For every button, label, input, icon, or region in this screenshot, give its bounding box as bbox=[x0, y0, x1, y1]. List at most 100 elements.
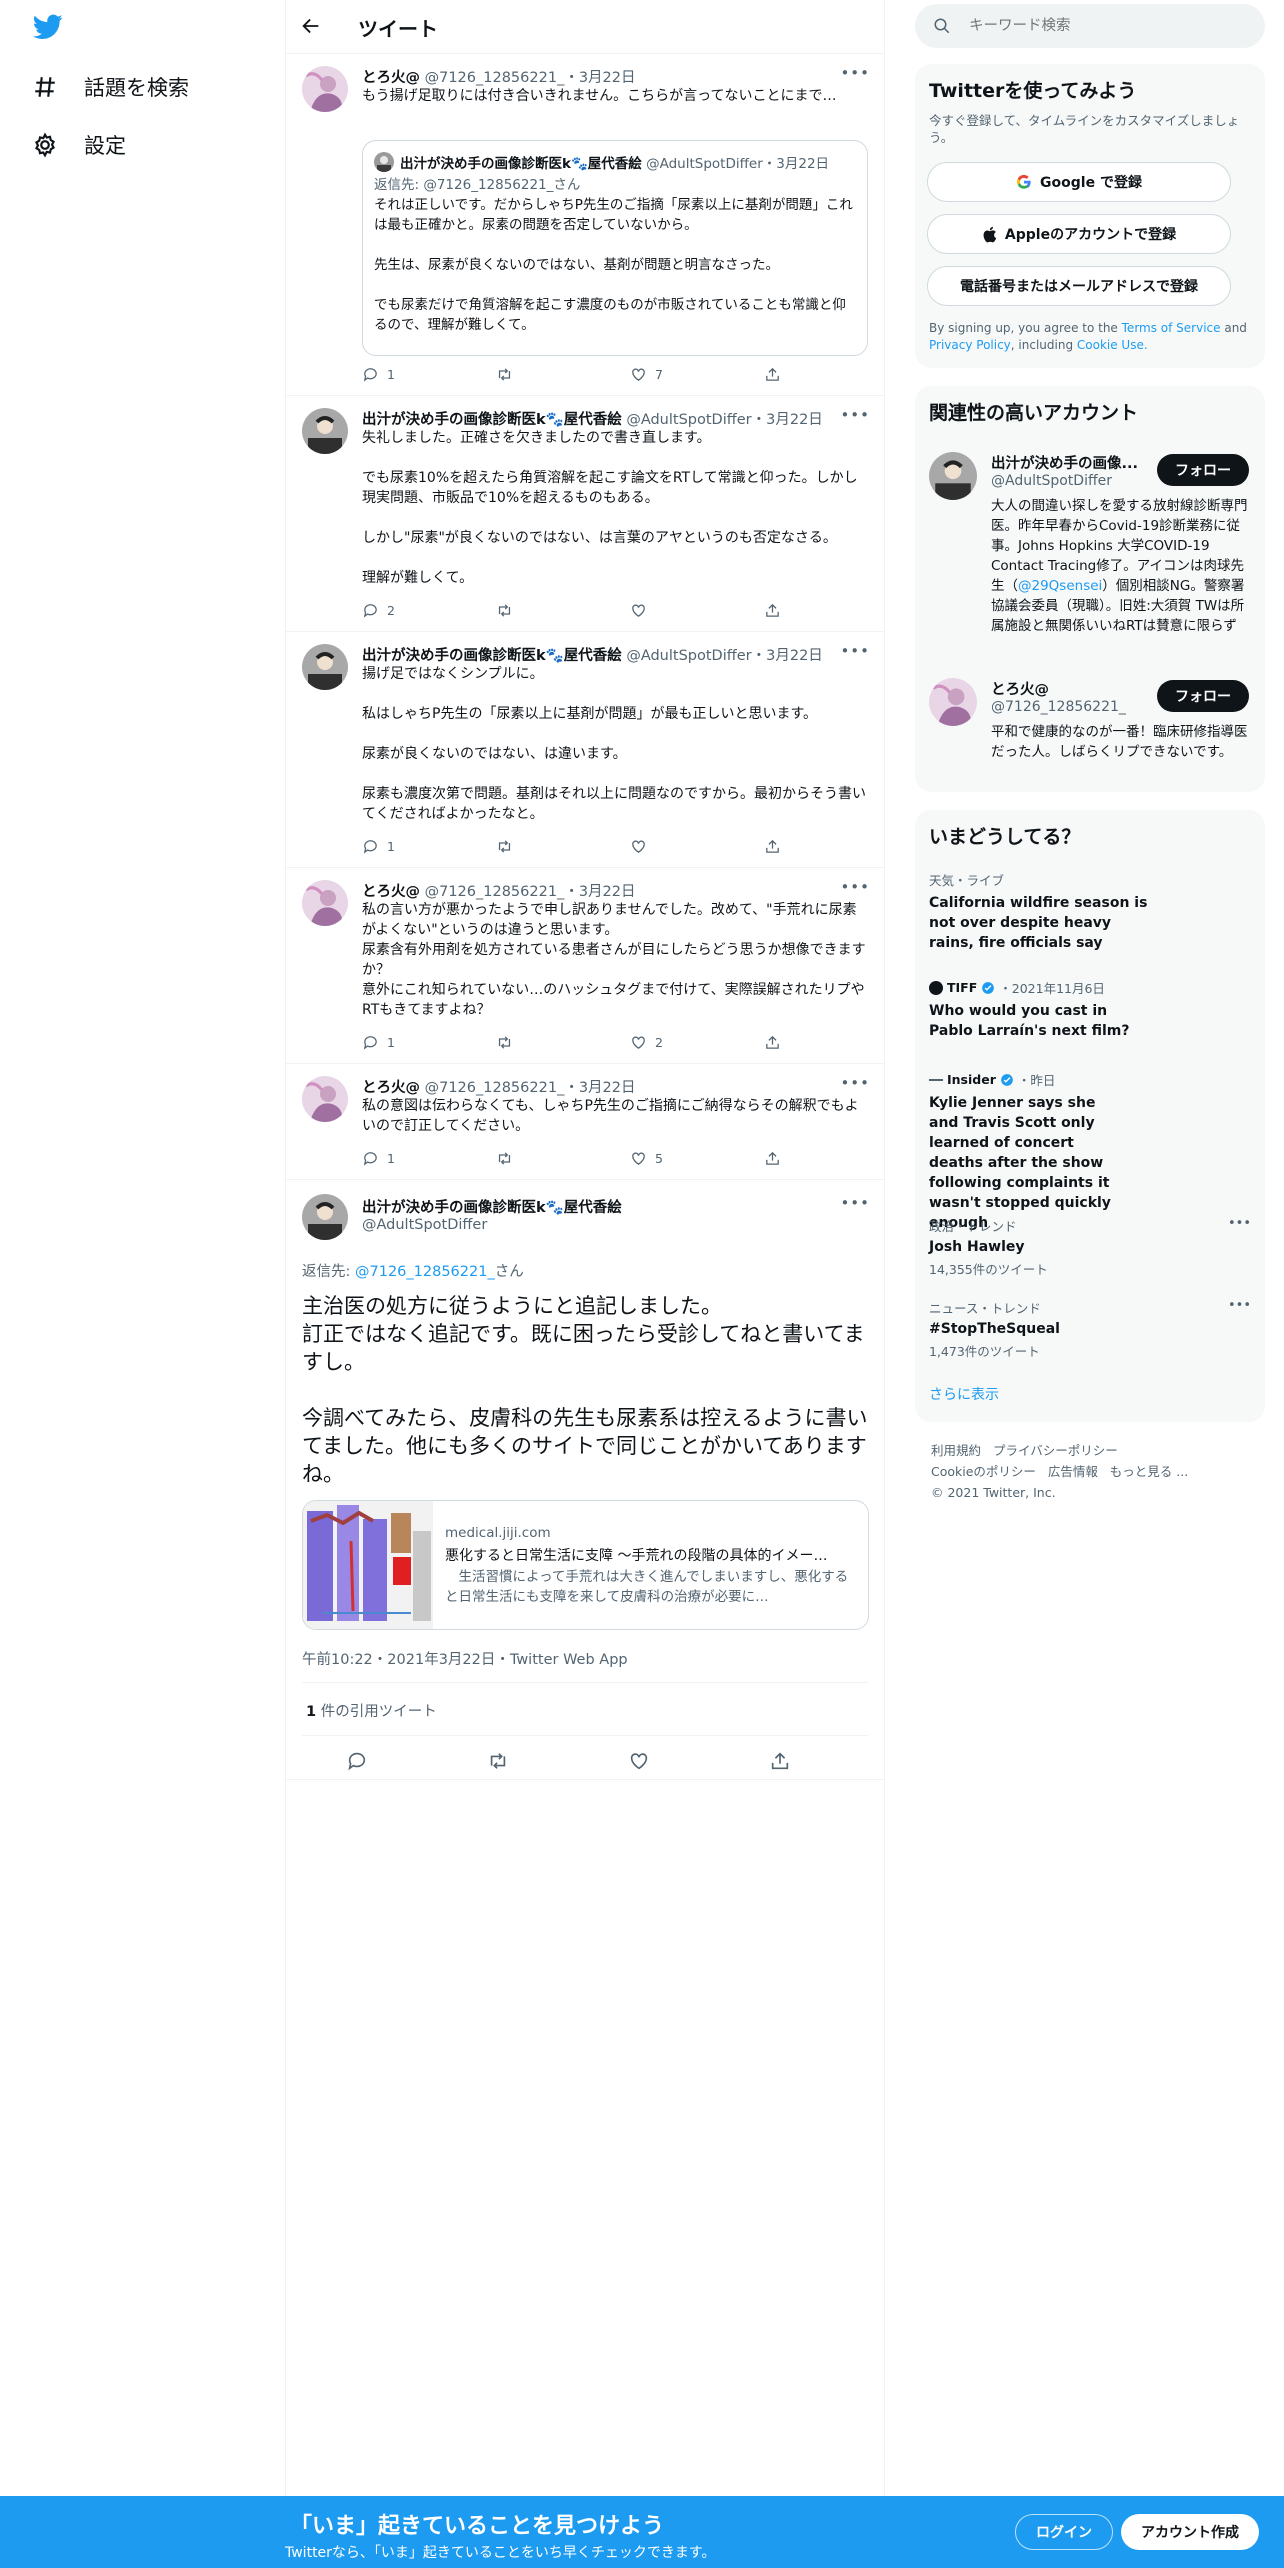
back-arrow-icon[interactable] bbox=[300, 15, 322, 37]
retweet-button[interactable] bbox=[496, 1150, 521, 1167]
share-button[interactable] bbox=[764, 1034, 781, 1051]
author-name[interactable]: とろ火@ bbox=[362, 1080, 420, 1096]
quoted-tweet[interactable]: 出汁が決め手の画像診断医k🐾屋代香絵 @AdultSpotDiffer・3月22… bbox=[362, 140, 868, 356]
avatar[interactable] bbox=[302, 66, 348, 112]
avatar[interactable] bbox=[302, 408, 348, 454]
more-options-icon[interactable]: ••• bbox=[840, 64, 870, 82]
twitter-logo-icon[interactable] bbox=[33, 14, 63, 40]
related-account[interactable]: とろ火@ @7126_12856221_ フォロー 平和で健康的なのが一番！臨床… bbox=[915, 666, 1265, 786]
nav-explore[interactable]: 話題を検索 bbox=[32, 72, 189, 102]
like-button[interactable] bbox=[630, 602, 655, 619]
google-signup-button[interactable]: Google で登録 bbox=[927, 162, 1231, 202]
more-options-icon[interactable]: ••• bbox=[1228, 1216, 1251, 1231]
avatar[interactable] bbox=[302, 1076, 348, 1122]
more-options-icon[interactable]: ••• bbox=[1228, 1298, 1251, 1313]
follow-button[interactable]: フォロー bbox=[1157, 454, 1249, 486]
footer-more-link[interactable]: もっと見る ... bbox=[1110, 1464, 1188, 1479]
search-input[interactable] bbox=[969, 16, 1249, 36]
trend-item[interactable]: ニュース・トレンド #StopTheSqueal 1,473件のツイート ••• bbox=[929, 1298, 1251, 1360]
login-button[interactable]: ログイン bbox=[1015, 2514, 1113, 2550]
avatar[interactable] bbox=[302, 644, 348, 690]
retweet-button[interactable] bbox=[496, 602, 521, 619]
reply-tweet[interactable]: とろ火@ @7126_12856221_・3月22日 ••• もう揚げ足取りには… bbox=[286, 54, 884, 396]
trend-item[interactable]: Insider ・昨日 Kylie Jenner says she and Tr… bbox=[929, 1070, 1251, 1233]
more-options-icon[interactable]: ••• bbox=[840, 1194, 870, 1212]
nav-explore-label: 話題を検索 bbox=[84, 76, 189, 100]
trend-item[interactable]: 政治・トレンド Josh Hawley 14,355件のツイート ••• bbox=[929, 1216, 1251, 1278]
author-handle[interactable]: @AdultSpotDiffer bbox=[362, 1217, 487, 1233]
tweet-date[interactable]: 3月22日 bbox=[766, 648, 823, 664]
share-button[interactable] bbox=[764, 838, 781, 855]
like-button[interactable] bbox=[628, 1750, 650, 1772]
trend-meta: ・昨日 bbox=[1017, 1073, 1056, 1088]
author-name[interactable]: 出汁が決め手の画像診断医k🐾屋代香絵 bbox=[362, 1196, 622, 1217]
trend-item[interactable]: TIFF ・2021年11月6日 Who would you cast in P… bbox=[929, 978, 1251, 1041]
avatar[interactable] bbox=[302, 1194, 348, 1240]
terms-link[interactable]: Terms of Service bbox=[1122, 321, 1221, 335]
retweet-button[interactable] bbox=[496, 366, 521, 383]
tweet-date[interactable]: 3月22日 bbox=[579, 884, 636, 900]
footer-cookie-link[interactable]: Cookieのポリシー bbox=[931, 1464, 1036, 1479]
trend-meta: 天気・ライブ bbox=[929, 873, 1005, 888]
more-options-icon[interactable]: ••• bbox=[840, 642, 870, 660]
reply-button[interactable]: 1 bbox=[362, 838, 395, 855]
reply-tweet[interactable]: 出汁が決め手の画像診断医k🐾屋代香絵 @AdultSpotDiffer・3月22… bbox=[286, 632, 884, 868]
apple-signup-button[interactable]: Appleのアカウントで登録 bbox=[927, 214, 1231, 254]
share-button[interactable] bbox=[764, 602, 781, 619]
more-options-icon[interactable]: ••• bbox=[840, 878, 870, 896]
footer-privacy-link[interactable]: プライバシーポリシー bbox=[993, 1443, 1118, 1458]
tweet-timestamp[interactable]: 午前10:22・2021年3月22日・Twitter Web App bbox=[302, 1648, 628, 1669]
author-handle[interactable]: @AdultSpotDiffer bbox=[626, 648, 751, 664]
more-options-icon[interactable]: ••• bbox=[840, 1074, 870, 1092]
share-button[interactable] bbox=[764, 366, 781, 383]
author-name[interactable]: 出汁が決め手の画像診断医k🐾屋代香絵 bbox=[362, 648, 622, 664]
share-button[interactable] bbox=[764, 1150, 781, 1167]
bio-mention-link[interactable]: @29Qsensei bbox=[1018, 578, 1102, 594]
related-account[interactable]: 出汁が決め手の画像... @AdultSpotDiffer フォロー 大人の間違… bbox=[915, 440, 1265, 650]
like-button[interactable]: 7 bbox=[630, 366, 663, 383]
retweet-button[interactable] bbox=[487, 1750, 509, 1772]
retweet-button[interactable] bbox=[496, 838, 521, 855]
reply-to-link[interactable]: @7126_12856221_ bbox=[355, 1264, 495, 1280]
tweet-date[interactable]: 3月22日 bbox=[579, 1080, 636, 1096]
like-button[interactable]: 5 bbox=[630, 1150, 663, 1167]
tweet-date[interactable]: 3月22日 bbox=[766, 412, 823, 428]
reply-tweet[interactable]: 出汁が決め手の画像診断医k🐾屋代香絵 @AdultSpotDiffer・3月22… bbox=[286, 396, 884, 632]
nav-settings[interactable]: 設定 bbox=[32, 130, 126, 160]
retweet-button[interactable] bbox=[496, 1034, 521, 1051]
tweet-date[interactable]: 3月22日 bbox=[579, 70, 636, 86]
author-name[interactable]: 出汁が決め手の画像診断医k🐾屋代香絵 bbox=[362, 412, 622, 428]
share-button[interactable] bbox=[769, 1750, 791, 1772]
like-button[interactable]: 2 bbox=[630, 1034, 663, 1051]
reply-button[interactable]: 2 bbox=[362, 602, 395, 619]
follow-button[interactable]: フォロー bbox=[1157, 680, 1249, 712]
reply-button[interactable]: 1 bbox=[362, 1034, 395, 1051]
reply-tweet[interactable]: とろ火@ @7126_12856221_・3月22日 ••• 私の言い方が悪かっ… bbox=[286, 868, 884, 1064]
phone-email-signup-button[interactable]: 電話番号またはメールアドレスで登録 bbox=[927, 266, 1231, 306]
avatar[interactable] bbox=[929, 452, 977, 500]
quote-tweets-link[interactable]: 1 件の引用ツイート bbox=[306, 1700, 437, 1721]
footer-ads-link[interactable]: 広告情報 bbox=[1048, 1464, 1098, 1479]
privacy-link[interactable]: Privacy Policy bbox=[929, 338, 1011, 352]
author-name[interactable]: とろ火@ bbox=[362, 70, 420, 86]
signup-button[interactable]: アカウント作成 bbox=[1121, 2514, 1259, 2550]
like-button[interactable] bbox=[630, 838, 655, 855]
reply-button[interactable]: 1 bbox=[362, 1150, 395, 1167]
avatar[interactable] bbox=[929, 678, 977, 726]
link-card[interactable]: medical.jiji.com 悪化すると日常生活に支障 ～手荒れの段階の具体… bbox=[302, 1500, 869, 1630]
reply-tweet[interactable]: とろ火@ @7126_12856221_・3月22日 ••• 私の意図は伝わらな… bbox=[286, 1064, 884, 1180]
reply-button[interactable] bbox=[346, 1750, 368, 1772]
cookie-link[interactable]: Cookie Use. bbox=[1077, 338, 1148, 352]
show-more-link[interactable]: さらに表示 bbox=[929, 1384, 999, 1404]
author-handle[interactable]: @AdultSpotDiffer bbox=[626, 412, 751, 428]
author-handle[interactable]: @7126_12856221_ bbox=[425, 70, 565, 86]
author-name[interactable]: とろ火@ bbox=[362, 884, 420, 900]
reply-button[interactable]: 1 bbox=[362, 366, 395, 383]
author-handle[interactable]: @7126_12856221_ bbox=[425, 884, 565, 900]
trend-item[interactable]: 天気・ライブ California wildfire season is not… bbox=[929, 870, 1251, 953]
avatar[interactable] bbox=[302, 880, 348, 926]
author-handle[interactable]: @7126_12856221_ bbox=[425, 1080, 565, 1096]
search-box[interactable] bbox=[915, 4, 1265, 48]
footer-terms-link[interactable]: 利用規約 bbox=[931, 1443, 981, 1458]
more-options-icon[interactable]: ••• bbox=[840, 406, 870, 424]
